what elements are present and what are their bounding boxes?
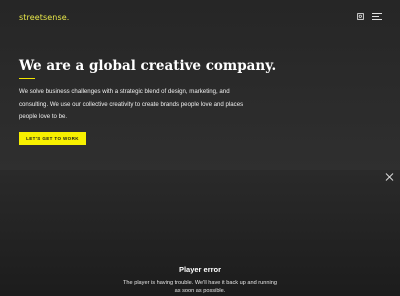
accent-divider — [19, 78, 35, 79]
hero-section: streetsense. We are a global creative co… — [0, 0, 400, 170]
lets-get-to-work-button[interactable]: LET'S GET TO WORK — [19, 132, 86, 145]
hero-description: We solve business challenges with a stra… — [19, 86, 319, 124]
player-error-message: The player is having trouble. We'll have… — [110, 279, 290, 295]
video-player[interactable] — [0, 170, 400, 296]
hero-description-line: consulting. We use our collective creati… — [19, 100, 244, 108]
hero-headline: We are a global creative company. — [19, 58, 277, 74]
player-error-line: as soon as possible. — [174, 288, 226, 294]
hero-description-line: We solve business challenges with a stra… — [19, 88, 230, 95]
search-icon[interactable] — [357, 13, 364, 20]
hamburger-menu-icon[interactable] — [372, 13, 382, 20]
hero-description-line: people love to be. — [19, 113, 68, 120]
close-icon[interactable] — [385, 173, 393, 181]
logo[interactable]: streetsense. — [19, 13, 69, 22]
player-error-title: Player error — [178, 265, 222, 274]
player-error-line: The player is having trouble. We'll have… — [123, 280, 277, 286]
